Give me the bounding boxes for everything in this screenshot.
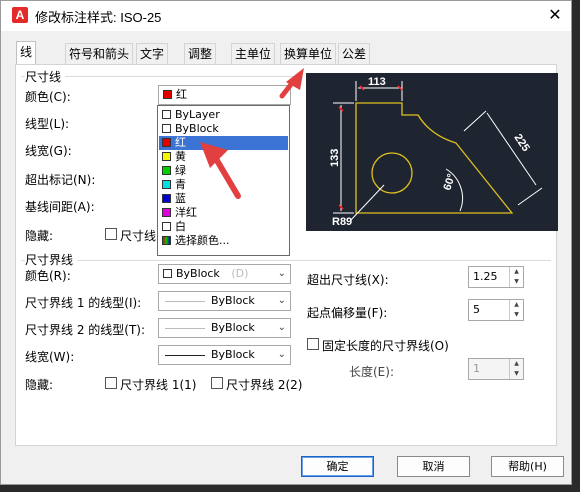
annotation-layer bbox=[200, 68, 304, 199]
arrow-head bbox=[200, 142, 228, 168]
